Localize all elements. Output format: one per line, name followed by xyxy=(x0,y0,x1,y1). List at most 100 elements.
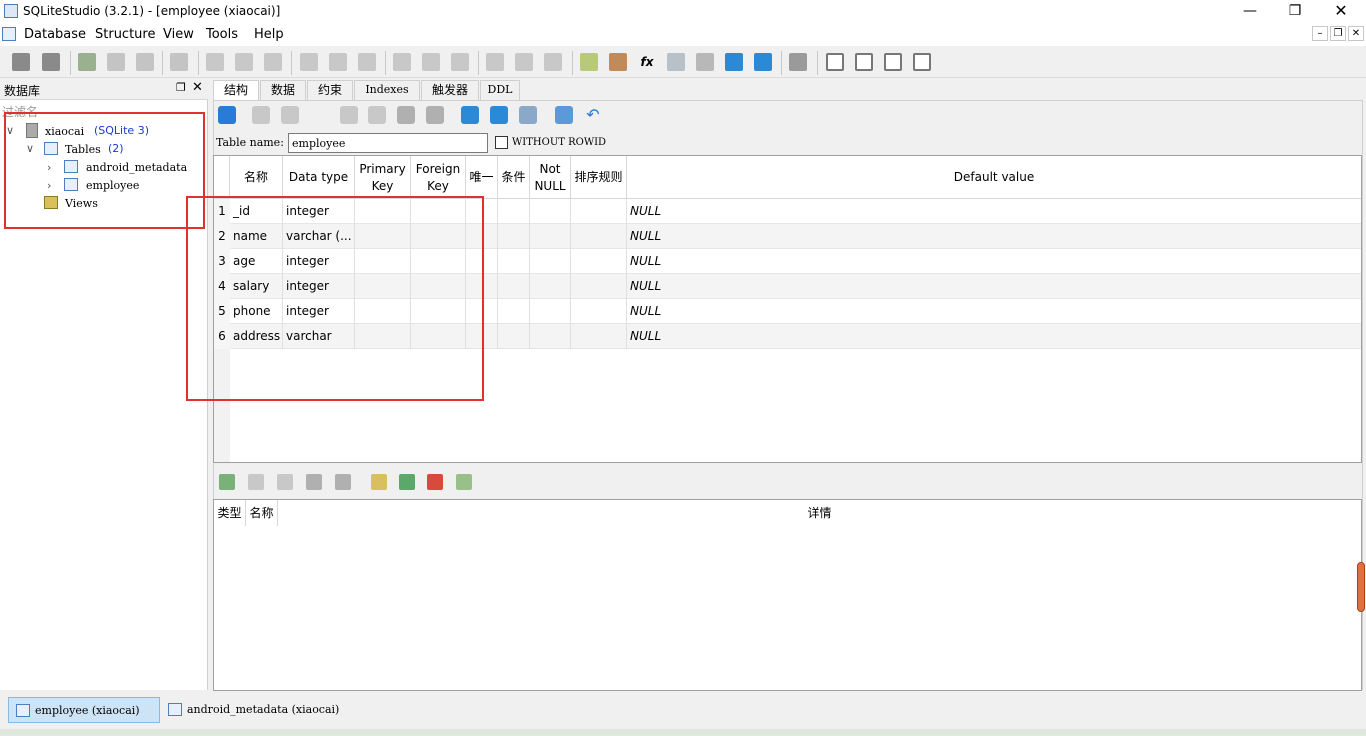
column-default-cell[interactable]: NULL xyxy=(627,324,1361,349)
delete-table-icon[interactable] xyxy=(264,53,282,71)
edit-table-icon[interactable] xyxy=(235,53,253,71)
column-flag-cell[interactable] xyxy=(530,274,571,299)
column-flag-cell[interactable] xyxy=(571,299,627,324)
column-default-cell[interactable]: NULL xyxy=(627,299,1361,324)
menu-help[interactable]: Help xyxy=(254,27,284,42)
add-primary-key-icon[interactable] xyxy=(371,474,387,490)
create-trigger-icon[interactable] xyxy=(393,53,411,71)
column-flag-cell[interactable] xyxy=(498,274,530,299)
delete-constraint-icon[interactable] xyxy=(277,474,293,490)
column-flag-cell[interactable] xyxy=(498,199,530,224)
tab-triggers[interactable]: 触发器 xyxy=(421,80,479,100)
edit-database-icon[interactable] xyxy=(107,53,125,71)
mdi-close-icon[interactable]: ✕ xyxy=(1348,26,1364,41)
remove-database-icon[interactable] xyxy=(136,53,154,71)
column-flag-cell[interactable] xyxy=(530,199,571,224)
move-constraint-up-icon[interactable] xyxy=(306,474,322,490)
create-table-icon[interactable] xyxy=(206,53,224,71)
header-not-null[interactable]: Not NULL xyxy=(530,156,571,199)
column-flag-cell[interactable] xyxy=(498,324,530,349)
restore-icon[interactable]: ❐ xyxy=(1272,0,1318,24)
create-view-icon[interactable] xyxy=(486,53,504,71)
column-flag-cell[interactable] xyxy=(498,224,530,249)
open-ddl-history-icon[interactable] xyxy=(609,53,627,71)
close-panel-icon[interactable]: ✕ xyxy=(192,80,203,95)
add-check-icon[interactable] xyxy=(456,474,472,490)
edit-trigger-icon[interactable] xyxy=(422,53,440,71)
move-column-up-icon[interactable] xyxy=(397,106,415,124)
collations-icon[interactable] xyxy=(667,53,685,71)
column-flag-cell[interactable] xyxy=(571,324,627,349)
functions-icon[interactable]: fx xyxy=(638,53,656,71)
edit-view-icon[interactable] xyxy=(515,53,533,71)
edit-column-icon[interactable] xyxy=(368,106,386,124)
add-unique-icon[interactable] xyxy=(427,474,443,490)
tile-vertical-icon[interactable] xyxy=(884,53,902,71)
import-icon[interactable] xyxy=(725,53,743,71)
scrollbar-handle[interactable] xyxy=(1357,562,1365,612)
column-default-cell[interactable]: NULL xyxy=(627,274,1361,299)
header-primary-key[interactable]: Primary Key xyxy=(355,156,411,199)
edit-index-icon[interactable] xyxy=(329,53,347,71)
header-constraint-details[interactable]: 详情 xyxy=(278,500,1361,526)
column-flag-cell[interactable] xyxy=(571,199,627,224)
delete-index-icon[interactable] xyxy=(358,53,376,71)
tab-indexes[interactable]: Indexes xyxy=(354,80,420,100)
column-flag-cell[interactable] xyxy=(571,249,627,274)
menu-database[interactable]: Database xyxy=(24,27,86,42)
tile-horizontal-icon[interactable] xyxy=(855,53,873,71)
refresh-structure-icon[interactable] xyxy=(218,106,236,124)
add-column-icon[interactable] xyxy=(340,106,358,124)
column-flag-cell[interactable] xyxy=(530,224,571,249)
menu-structure[interactable]: Structure xyxy=(95,27,155,42)
column-flag-cell[interactable] xyxy=(530,299,571,324)
refresh-database-icon[interactable] xyxy=(170,53,188,71)
connect-icon[interactable] xyxy=(12,53,30,71)
rollback-structure-icon[interactable] xyxy=(281,106,299,124)
float-panel-icon[interactable]: ❐ xyxy=(176,81,186,94)
tile-windows-icon[interactable] xyxy=(826,53,844,71)
column-flag-cell[interactable] xyxy=(498,299,530,324)
export-structure-icon[interactable] xyxy=(490,106,508,124)
close-icon[interactable]: ✕ xyxy=(1318,0,1364,24)
commit-structure-icon[interactable] xyxy=(252,106,270,124)
tab-structure[interactable]: 结构 xyxy=(213,80,259,101)
undo-icon[interactable]: ↶ xyxy=(584,106,602,124)
table-name-input[interactable]: employee xyxy=(288,133,488,153)
column-flag-cell[interactable] xyxy=(571,274,627,299)
move-constraint-down-icon[interactable] xyxy=(335,474,351,490)
cascade-windows-icon[interactable] xyxy=(913,53,931,71)
without-rowid-checkbox[interactable] xyxy=(495,136,508,149)
window-tab-employee[interactable]: employee (xiaocai) xyxy=(8,697,160,723)
minimize-icon[interactable]: — xyxy=(1227,0,1273,24)
header-data-type[interactable]: Data type xyxy=(283,156,355,199)
create-similar-icon[interactable] xyxy=(555,106,573,124)
export-icon[interactable] xyxy=(754,53,772,71)
menu-tools[interactable]: Tools xyxy=(206,27,238,42)
window-tab-android-metadata[interactable]: android_metadata (xiaocai) xyxy=(161,697,351,723)
extensions-icon[interactable] xyxy=(696,53,714,71)
tab-ddl[interactable]: DDL xyxy=(480,80,520,100)
column-flag-cell[interactable] xyxy=(498,249,530,274)
import-structure-icon[interactable] xyxy=(461,106,479,124)
column-flag-cell[interactable] xyxy=(530,324,571,349)
add-foreign-key-icon[interactable] xyxy=(399,474,415,490)
move-column-down-icon[interactable] xyxy=(426,106,444,124)
column-default-cell[interactable]: NULL xyxy=(627,224,1361,249)
header-collation[interactable]: 排序规则 xyxy=(571,156,627,199)
tab-constraints[interactable]: 约束 xyxy=(307,80,353,100)
sql-editor-icon[interactable] xyxy=(580,53,598,71)
menu-view[interactable]: View xyxy=(163,27,194,42)
header-constraint-type[interactable]: 类型 xyxy=(214,500,246,526)
create-index-icon[interactable] xyxy=(300,53,318,71)
delete-trigger-icon[interactable] xyxy=(451,53,469,71)
column-flag-cell[interactable] xyxy=(571,224,627,249)
mdi-minimize-icon[interactable]: – xyxy=(1312,26,1328,41)
add-constraint-icon[interactable] xyxy=(219,474,235,490)
tab-data[interactable]: 数据 xyxy=(260,80,306,100)
mdi-restore-icon[interactable]: ❐ xyxy=(1330,26,1346,41)
column-default-cell[interactable]: NULL xyxy=(627,249,1361,274)
header-unique[interactable]: 唯一 xyxy=(466,156,498,199)
add-database-icon[interactable] xyxy=(78,53,96,71)
header-foreign-key[interactable]: Foreign Key xyxy=(411,156,466,199)
